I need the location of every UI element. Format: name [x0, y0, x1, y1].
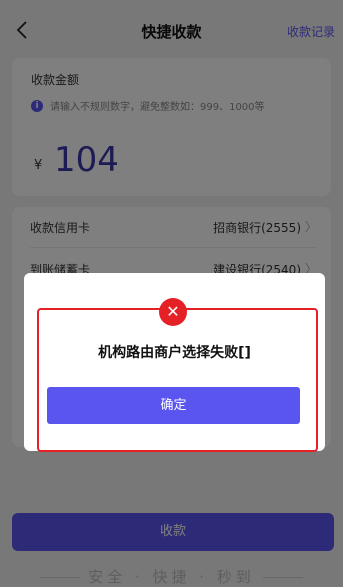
error-icon: ✕	[159, 298, 187, 326]
error-highlight-box	[37, 308, 318, 452]
confirm-button[interactable]: 确定	[47, 387, 300, 424]
error-message: 机构路由商户选择失败[]	[98, 345, 251, 361]
